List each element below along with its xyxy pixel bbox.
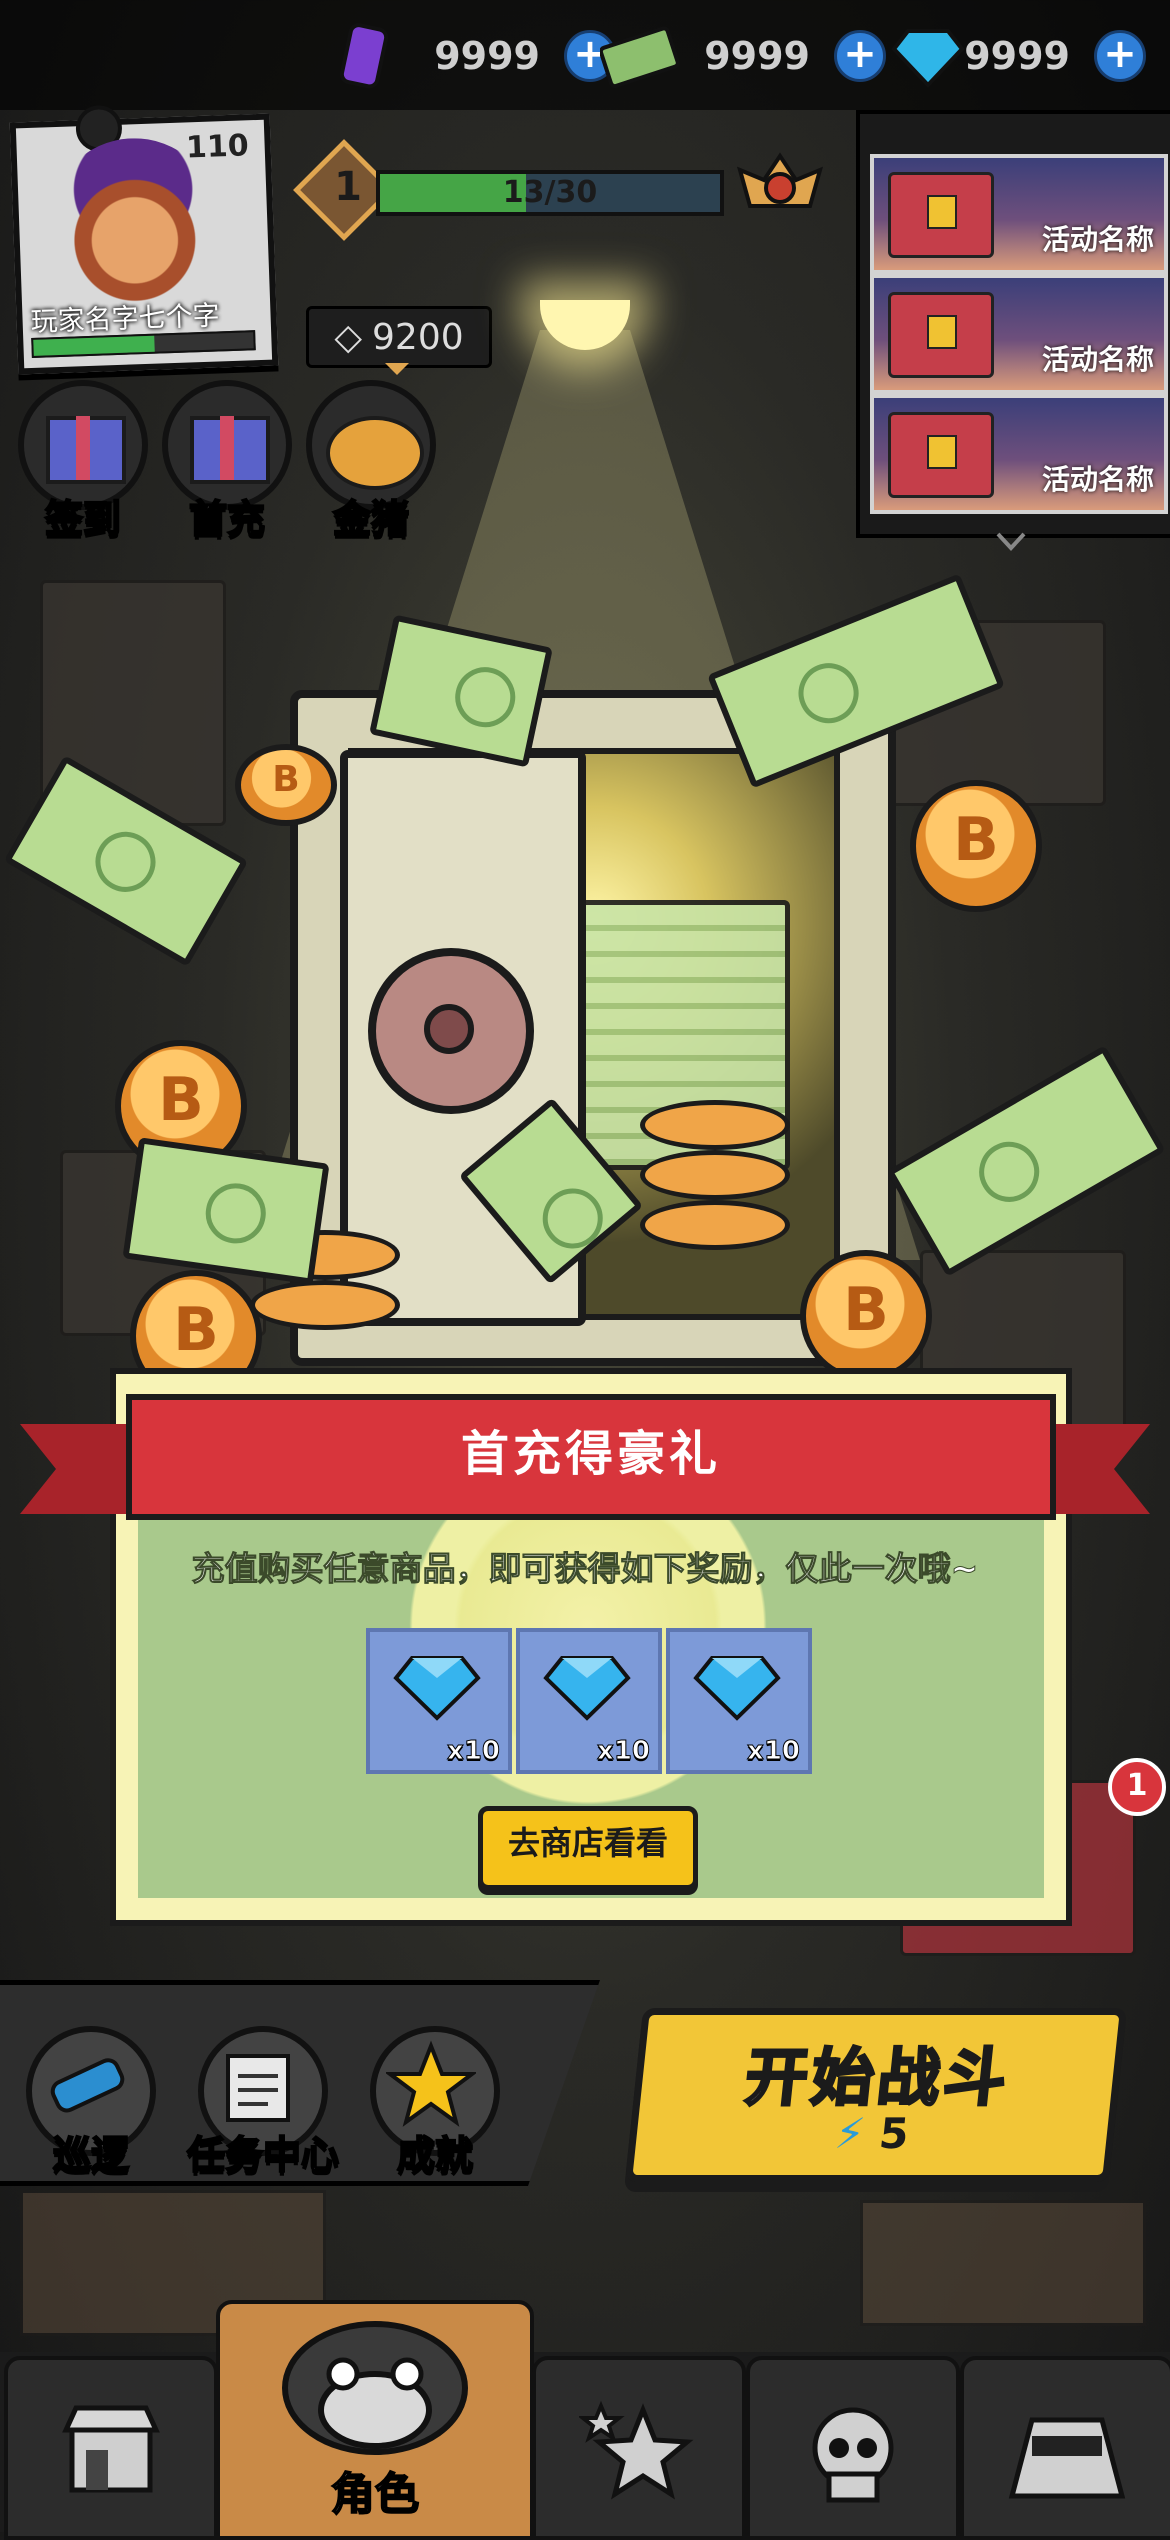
skull-icon bbox=[812, 2407, 894, 2503]
gem-counter: ◇ 9200 bbox=[306, 306, 492, 375]
add-cash-button[interactable]: + bbox=[834, 30, 886, 82]
first-recharge-label: 首充 bbox=[188, 496, 266, 542]
energy-drink-icon bbox=[330, 21, 400, 91]
start-battle-button[interactable]: 开始战斗 ⚡ 5 bbox=[624, 2008, 1128, 2182]
task-center-button[interactable]: 任务中心 bbox=[186, 2026, 340, 2178]
bitcoin-icon: B bbox=[800, 1250, 932, 1382]
tab-character-label: 角色 bbox=[330, 2468, 420, 2521]
cash-value: 9999 bbox=[704, 34, 810, 78]
medal-icon[interactable] bbox=[736, 150, 824, 226]
task-center-label: 任务中心 bbox=[186, 2132, 340, 2178]
coin-stack bbox=[640, 1150, 790, 1200]
reward-item[interactable]: x10 bbox=[366, 1628, 512, 1774]
ceiling-lamp bbox=[540, 300, 630, 350]
background-roof bbox=[860, 2200, 1146, 2326]
event-label: 活动名称 bbox=[1041, 343, 1154, 376]
currency-energy: 9999 + bbox=[330, 18, 616, 94]
diamond-icon bbox=[393, 1656, 481, 1721]
popup-title: 首充得豪礼 bbox=[460, 1426, 721, 1482]
event-label: 活动名称 bbox=[1041, 463, 1154, 496]
treasure-chest-icon bbox=[888, 172, 994, 258]
gold-pig-button[interactable]: 金猪 bbox=[306, 380, 436, 542]
reward-item[interactable]: x10 bbox=[666, 1628, 812, 1774]
cash-icon bbox=[598, 21, 680, 91]
lightning-icon: ⚡ bbox=[832, 2109, 868, 2158]
popup-description: 充值购买任意商品，即可获得如下奖励，仅此一次哦~ bbox=[191, 1549, 979, 1589]
event-banner[interactable]: 活动名称 bbox=[870, 154, 1168, 274]
star-icon bbox=[579, 2400, 694, 2500]
coin-stack bbox=[250, 1280, 400, 1330]
event-label: 活动名称 bbox=[1041, 223, 1154, 256]
coin-stack bbox=[640, 1200, 790, 1250]
patrol-button[interactable]: 巡逻 bbox=[16, 2026, 166, 2178]
bitcoin-icon: B bbox=[235, 744, 337, 826]
telescope-icon bbox=[50, 2058, 125, 2113]
first-recharge-button[interactable]: 首充 bbox=[162, 380, 292, 542]
currency-diamond: 9999 + bbox=[890, 18, 1146, 94]
start-battle-label: 开始战斗 bbox=[740, 2040, 1015, 2116]
gem-outline-icon: ◇ bbox=[334, 316, 363, 358]
vault-wheel-icon bbox=[368, 948, 534, 1114]
achievement-label: 成就 bbox=[396, 2132, 474, 2178]
rank-level: 1 bbox=[334, 164, 362, 210]
gem-counter-value: 9200 bbox=[372, 316, 464, 358]
piggy-bank-icon bbox=[326, 416, 424, 490]
diamond-icon bbox=[693, 1656, 781, 1721]
notification-badge: 1 bbox=[1108, 1758, 1166, 1816]
rank-progress-text: 13/30 bbox=[502, 175, 598, 210]
gold-pig-label: 金猪 bbox=[332, 496, 410, 542]
star-icon bbox=[386, 2040, 476, 2127]
treasure-chest-icon bbox=[888, 292, 994, 378]
rank-progress[interactable]: 1 13/30 bbox=[293, 139, 724, 241]
sign-in-button[interactable]: 签到 bbox=[18, 380, 148, 542]
battle-cost-value: 5 bbox=[876, 2109, 912, 2158]
banknote-icon bbox=[886, 1045, 1166, 1277]
battle-energy-cost: ⚡ 5 bbox=[634, 2109, 1109, 2158]
tab-character[interactable]: 角色 bbox=[216, 2300, 534, 2540]
gift-icon bbox=[190, 416, 270, 484]
reward-quantity: x10 bbox=[747, 1736, 801, 1767]
achievement-button[interactable]: 成就 bbox=[360, 2026, 510, 2178]
reward-item[interactable]: x10 bbox=[516, 1628, 662, 1774]
player-avatar-card[interactable]: 110 玩家名字七个字 bbox=[9, 104, 279, 375]
event-panel: 活动名称 活动名称 活动名称 bbox=[856, 110, 1170, 538]
energy-value: 9999 bbox=[434, 34, 540, 78]
event-banner[interactable]: 活动名称 bbox=[870, 274, 1168, 394]
reward-quantity: x10 bbox=[447, 1736, 501, 1767]
diamond-icon bbox=[543, 1656, 631, 1721]
gorilla-icon bbox=[282, 2321, 468, 2455]
tab-stars[interactable] bbox=[532, 2356, 746, 2540]
sign-in-label: 签到 bbox=[44, 496, 122, 542]
patrol-label: 巡逻 bbox=[52, 2132, 130, 2178]
rank-progress-bar: 13/30 bbox=[376, 170, 724, 216]
player-level: 110 bbox=[185, 128, 250, 166]
go-to-shop-button[interactable]: 去商店看看 bbox=[478, 1806, 698, 1890]
diamond-icon bbox=[890, 21, 965, 91]
gift-icon bbox=[46, 416, 126, 484]
coin-stack bbox=[640, 1100, 790, 1150]
add-diamond-button[interactable]: + bbox=[1094, 30, 1146, 82]
popup-title-ribbon: 首充得豪礼 bbox=[20, 1394, 1150, 1524]
reward-quantity: x10 bbox=[597, 1736, 651, 1767]
masked-character-icon bbox=[1008, 2417, 1126, 2499]
tab-shop[interactable] bbox=[4, 2356, 218, 2540]
shop-icon bbox=[62, 2405, 160, 2493]
tab-villains[interactable] bbox=[746, 2356, 960, 2540]
treasure-chest-icon bbox=[888, 412, 994, 498]
newspaper-icon bbox=[226, 2054, 290, 2122]
diamond-value: 9999 bbox=[964, 34, 1070, 78]
chevron-down-icon[interactable] bbox=[996, 532, 1026, 552]
tab-characters-masked[interactable] bbox=[960, 2356, 1170, 2540]
event-banner[interactable]: 活动名称 bbox=[870, 394, 1168, 514]
currency-cash: 9999 + bbox=[598, 18, 886, 94]
bitcoin-icon: B bbox=[910, 780, 1042, 912]
